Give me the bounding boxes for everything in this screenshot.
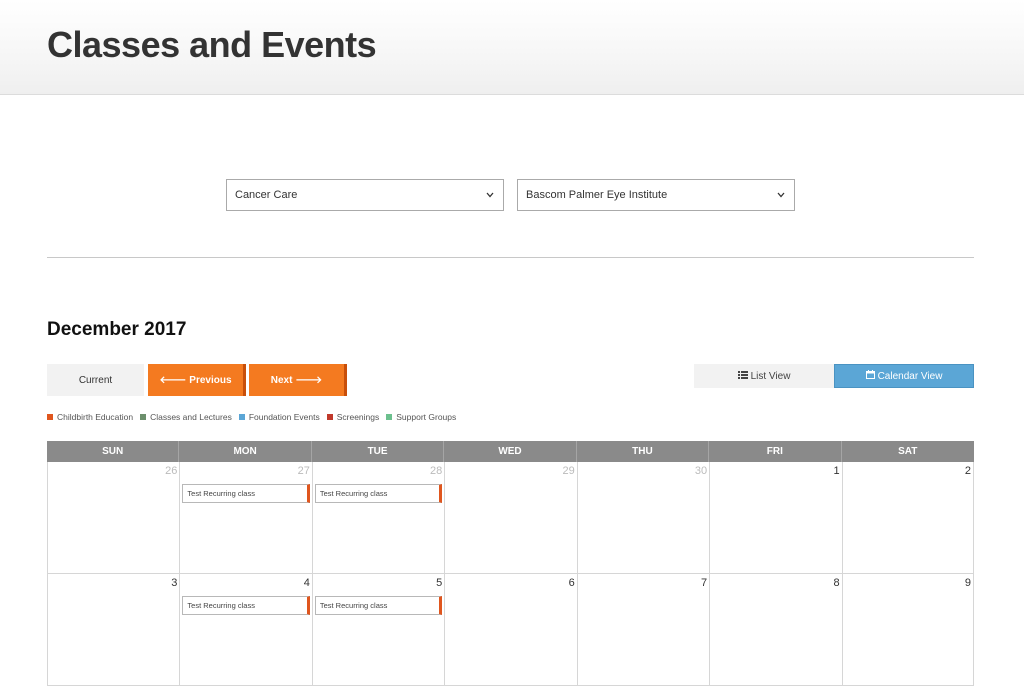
- calendar-view-label: Calendar View: [877, 370, 943, 382]
- calendar-body: 26 27 Test Recurring class 28 Test Recurring…: [47, 462, 974, 686]
- calendar-week-row: 3 4 Test Recurring class 5 Test Recurring cl…: [47, 574, 974, 686]
- list-icon: [737, 370, 748, 382]
- page-title: Classes and Events: [47, 24, 377, 65]
- day-number: 9: [964, 577, 971, 589]
- legend-item: Screenings: [326, 412, 380, 422]
- chevron-down-icon: [485, 190, 495, 200]
- day-number: 28: [430, 465, 443, 477]
- calendar-day-cell[interactable]: 30: [576, 462, 709, 573]
- calendar-day-cell[interactable]: 9: [841, 574, 974, 685]
- calendar-day-cell[interactable]: 1: [709, 462, 841, 573]
- calendar-day-cell[interactable]: 2: [841, 462, 974, 573]
- day-number: 29: [562, 465, 575, 477]
- legend-swatch: [140, 414, 147, 420]
- legend-label: Foundation Events: [248, 412, 320, 422]
- list-view-label: List View: [750, 370, 791, 382]
- category-select[interactable]: Cancer Care: [226, 179, 504, 211]
- calendar-day-cell[interactable]: 29: [444, 462, 576, 573]
- calendar-week-row: 26 27 Test Recurring class 28 Test Recurring…: [47, 462, 974, 574]
- weekday-label: THU: [577, 441, 710, 462]
- calendar-day-cell[interactable]: 26: [47, 462, 179, 573]
- day-number: 4: [303, 577, 310, 589]
- day-number: 8: [833, 577, 840, 589]
- legend-label: Screenings: [336, 412, 380, 422]
- weekday-label: MON: [179, 441, 312, 462]
- legend-label: Support Groups: [396, 412, 457, 422]
- day-number: 6: [568, 577, 575, 589]
- legend-swatch: [326, 414, 333, 420]
- current-button-label: Current: [78, 374, 113, 386]
- current-button[interactable]: Current: [47, 364, 144, 396]
- arrow-right-icon: 🡒: [295, 375, 323, 386]
- calendar-event[interactable]: Test Recurring class: [314, 596, 443, 615]
- calendar-event[interactable]: Test Recurring class: [314, 484, 443, 503]
- calendar-icon: [865, 370, 875, 382]
- legend-swatch: [47, 414, 53, 420]
- calendar-day-cell[interactable]: 8: [709, 574, 841, 685]
- calendar-event[interactable]: Test Recurring class: [182, 596, 310, 615]
- legend-item: Foundation Events: [238, 412, 320, 422]
- calendar-day-cell[interactable]: 4 Test Recurring class: [179, 574, 311, 685]
- legend-item: Support Groups: [386, 412, 456, 422]
- day-number: 3: [171, 577, 178, 589]
- weekday-label: SUN: [47, 441, 180, 462]
- day-number: 7: [701, 577, 708, 589]
- section-divider: [47, 257, 974, 258]
- calendar-view-button[interactable]: Calendar View: [834, 364, 974, 388]
- next-button-label: Next: [270, 374, 293, 386]
- calendar-day-cell[interactable]: 7: [576, 574, 709, 685]
- legend-swatch: [238, 414, 245, 420]
- calendar-day-cell[interactable]: 5 Test Recurring class: [311, 574, 444, 685]
- page-header: Classes and Events: [0, 0, 1024, 95]
- list-view-button[interactable]: List View: [694, 364, 834, 388]
- month-title: December 2017: [47, 319, 187, 340]
- calendar-day-cell[interactable]: 3: [47, 574, 179, 685]
- weekday-header: SUN MON TUE WED THU FRI SAT: [47, 441, 974, 462]
- calendar-day-cell[interactable]: 27 Test Recurring class: [179, 462, 311, 573]
- weekday-label: WED: [444, 441, 577, 462]
- legend-label: Childbirth Education: [57, 412, 134, 422]
- legend-item: Childbirth Education: [47, 412, 133, 422]
- location-select-value: Bascom Palmer Eye Institute: [526, 189, 668, 201]
- legend-label: Classes and Lectures: [150, 412, 232, 422]
- previous-button-label: Previous: [189, 374, 232, 386]
- category-select-value: Cancer Care: [235, 189, 298, 201]
- day-number: 26: [165, 465, 178, 477]
- weekday-label: FRI: [709, 441, 842, 462]
- legend-swatch: [386, 414, 393, 420]
- weekday-label: SAT: [898, 446, 918, 457]
- weekday-label: TUE: [312, 441, 445, 462]
- day-number: 27: [297, 465, 310, 477]
- location-select[interactable]: Bascom Palmer Eye Institute: [517, 179, 795, 211]
- category-legend: Childbirth Education Classes and Lecture…: [47, 412, 456, 422]
- chevron-down-icon: [776, 190, 786, 200]
- day-number: 1: [833, 465, 840, 477]
- next-button[interactable]: Next 🡒: [249, 364, 347, 396]
- legend-item: Classes and Lectures: [140, 412, 232, 422]
- month-calendar: SUN MON TUE WED THU FRI SAT 26 27 Test Rec…: [47, 441, 974, 686]
- arrow-left-icon: 🡐: [159, 375, 187, 386]
- previous-button[interactable]: 🡐 Previous: [148, 364, 246, 396]
- calendar-day-cell[interactable]: 28 Test Recurring class: [311, 462, 444, 573]
- day-number: 5: [436, 577, 443, 589]
- calendar-day-cell[interactable]: 6: [444, 574, 576, 685]
- day-number: 2: [964, 465, 971, 477]
- calendar-event[interactable]: Test Recurring class: [182, 484, 310, 503]
- day-number: 30: [694, 465, 708, 477]
